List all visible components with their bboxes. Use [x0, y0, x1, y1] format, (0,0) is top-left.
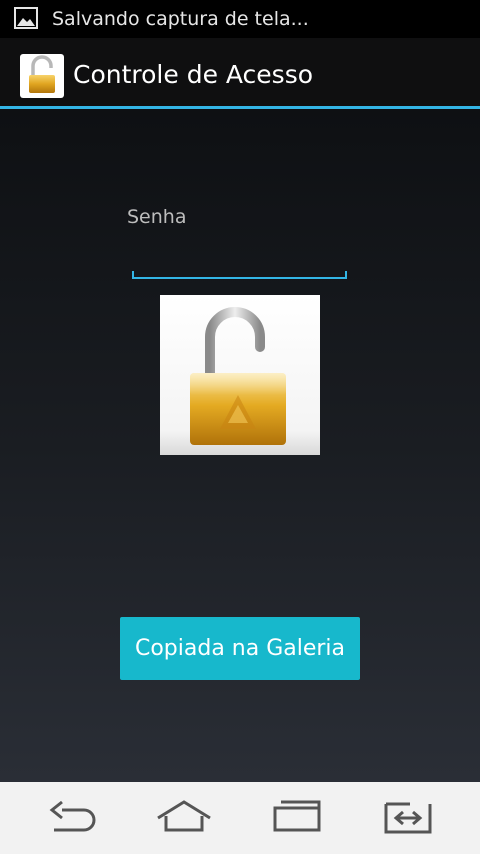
status-notification-text: Salvando captura de tela...	[52, 8, 309, 30]
password-field-underline	[132, 277, 347, 279]
navigation-bar	[0, 782, 480, 854]
padlock-icon	[20, 54, 64, 98]
recent-apps-icon[interactable]	[257, 796, 337, 840]
home-icon[interactable]	[144, 796, 224, 840]
password-field-edge-left	[132, 271, 134, 279]
status-bar: Salvando captura de tela...	[0, 0, 480, 38]
copy-to-gallery-button[interactable]: Copiada na Galeria	[120, 617, 360, 680]
password-field-edge-right	[345, 271, 347, 279]
image-icon	[14, 7, 38, 29]
back-icon[interactable]	[32, 796, 112, 840]
password-field[interactable]	[132, 240, 347, 278]
password-label: Senha	[127, 206, 187, 228]
app-title: Controle de Acesso	[73, 60, 314, 89]
open-padlock-image	[160, 295, 320, 455]
switch-apps-icon[interactable]	[368, 796, 448, 840]
